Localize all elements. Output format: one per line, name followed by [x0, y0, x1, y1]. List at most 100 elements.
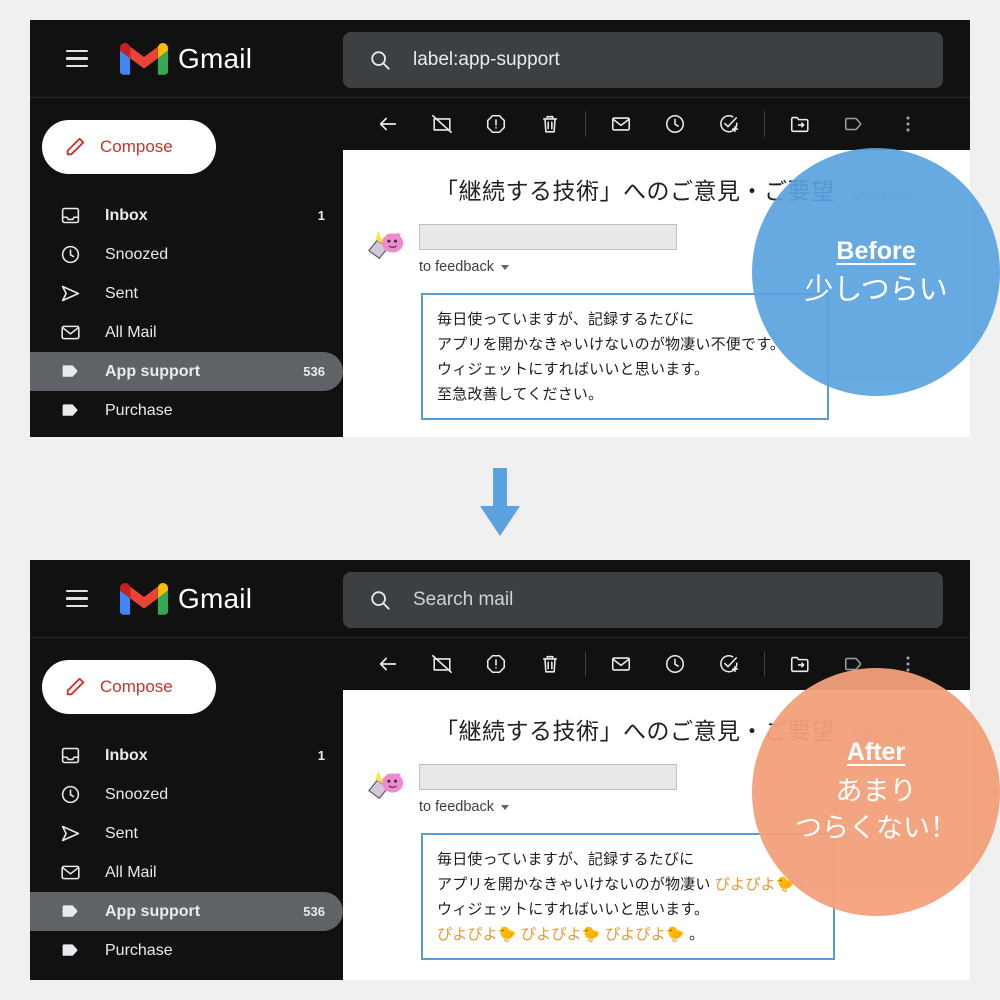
- search-bar[interactable]: Search mail: [343, 572, 943, 628]
- page-root: Gmail label:app-support Compose Inbox 1 …: [0, 0, 1000, 1000]
- report-spam-button[interactable]: [469, 642, 523, 686]
- sidebar-item-count: 1: [317, 208, 325, 223]
- mail-view: 「継続する技術」へのご意見・ご要望 App supp to feedback 毎…: [343, 690, 970, 980]
- mail-toolbar: [343, 98, 970, 150]
- add-to-tasks-button[interactable]: [702, 642, 756, 686]
- message-line: ウィジェットにすればいいと思います。: [437, 357, 827, 382]
- gmail-window-after: Gmail Search mail Compose Inbox 1 Snooze…: [30, 560, 970, 980]
- toolbar-separator-2: [764, 651, 765, 677]
- message-text-highlight: ぴよぴよ🐤: [714, 876, 795, 893]
- sender-redacted-field: [419, 764, 677, 790]
- message-text: 至急改善してください。: [437, 386, 604, 403]
- sidebar-item-inbox[interactable]: Inbox 1: [30, 196, 343, 235]
- hamburger-icon[interactable]: [54, 36, 100, 82]
- back-button[interactable]: [361, 102, 415, 146]
- snooze-button[interactable]: [648, 642, 702, 686]
- app-header: Gmail Search mail: [30, 560, 970, 638]
- delete-button[interactable]: [523, 642, 577, 686]
- report-spam-button[interactable]: [469, 102, 523, 146]
- sidebar-item-inbox[interactable]: Inbox 1: [30, 736, 343, 775]
- sidebar-item-all-mail[interactable]: All Mail: [30, 853, 343, 892]
- sidebar-item-label: App support: [105, 362, 201, 380]
- clock-icon: [60, 244, 82, 266]
- more-vert-icon: [906, 656, 910, 672]
- back-button[interactable]: [361, 642, 415, 686]
- sidebar-item-purchase[interactable]: Purchase: [30, 391, 343, 430]
- gmail-brand: Gmail: [120, 41, 252, 77]
- more-options-button[interactable]: [881, 642, 935, 686]
- trash-icon: [543, 655, 557, 673]
- page-title: 「継続する技術」へのご意見・ご要望: [435, 178, 835, 204]
- mail-icon: [60, 862, 82, 884]
- report-spam-icon: [486, 114, 506, 134]
- chevron-down-icon[interactable]: [500, 264, 509, 270]
- more-options-button[interactable]: [881, 102, 935, 146]
- archive-icon: [432, 654, 452, 674]
- gmail-logo-icon: [120, 582, 168, 615]
- sidebar-item-snoozed[interactable]: Snoozed: [30, 235, 343, 274]
- sender-block: to feedback: [419, 764, 677, 815]
- envelope-icon: [611, 117, 631, 131]
- toolbar-separator-1: [585, 111, 586, 137]
- hamburger-icon[interactable]: [54, 576, 100, 622]
- search-icon: [371, 51, 390, 70]
- sidebar-item-label: Sent: [105, 284, 138, 302]
- message-text: 毎日使っていますが、記録するたびに: [437, 851, 695, 868]
- clock-icon: [60, 784, 82, 806]
- message-line: 毎日使っていますが、記録するたびに: [437, 847, 833, 872]
- message-line: 毎日使っていますが、記録するたびに: [437, 307, 827, 332]
- label-icon: [844, 117, 862, 131]
- sidebar-nav: Inbox 1 Snoozed Sent All Mail App suppor…: [30, 196, 343, 430]
- label-icon: [844, 657, 862, 671]
- gmail-brand: Gmail: [120, 581, 252, 617]
- archive-button[interactable]: [415, 102, 469, 146]
- recipient-label: to feedback: [419, 799, 494, 815]
- search-bar[interactable]: label:app-support: [343, 32, 943, 88]
- labels-button[interactable]: [827, 642, 881, 686]
- add-task-icon: [720, 655, 739, 673]
- snooze-button[interactable]: [648, 102, 702, 146]
- label-icon: [60, 901, 82, 923]
- chevron-down-icon[interactable]: [500, 804, 509, 810]
- message-text: ウィジェットにすればいいと思います。: [437, 361, 710, 378]
- down-arrow-icon: [480, 468, 520, 536]
- mark-unread-button[interactable]: [594, 642, 648, 686]
- sidebar-item-label: Snoozed: [105, 785, 169, 803]
- message-line: アプリを開かなきゃいけないのが物凄い不便です。: [437, 332, 827, 357]
- subject-row: 「継続する技術」へのご意見・ご要望 App supp: [343, 690, 970, 746]
- content-area: 「継続する技術」へのご意見・ご要望 App supp to feedback 毎…: [343, 638, 970, 980]
- add-to-tasks-button[interactable]: [702, 102, 756, 146]
- sidebar-item-label: Sent: [105, 824, 138, 842]
- sidebar-item-all-mail[interactable]: All Mail: [30, 313, 343, 352]
- message-text: 毎日使っていますが、記録するたびに: [437, 311, 695, 328]
- move-to-button[interactable]: [773, 102, 827, 146]
- sidebar-item-app-support[interactable]: App support 536: [30, 352, 343, 391]
- search-input[interactable]: Search mail: [413, 589, 513, 611]
- message-text: ウィジェットにすればいいと思います。: [437, 901, 710, 918]
- gmail-window-before: Gmail label:app-support Compose Inbox 1 …: [30, 20, 970, 437]
- brand-name: Gmail: [178, 582, 253, 614]
- sender-redacted-field: [419, 224, 677, 250]
- sidebar-item-purchase[interactable]: Purchase: [30, 931, 343, 970]
- add-task-icon: [720, 115, 739, 133]
- delete-button[interactable]: [523, 102, 577, 146]
- sidebar-item-sent[interactable]: Sent: [30, 274, 343, 313]
- label-icon: [60, 400, 82, 422]
- message-text: 。: [684, 926, 705, 943]
- compose-button[interactable]: Compose: [42, 660, 216, 714]
- sidebar-item-label: Inbox: [105, 746, 148, 764]
- label-icon: [60, 361, 82, 383]
- sidebar-item-app-support[interactable]: App support 536: [30, 892, 343, 931]
- compose-button[interactable]: Compose: [42, 120, 216, 174]
- search-input[interactable]: label:app-support: [413, 49, 560, 71]
- sender-block: to feedback: [419, 224, 677, 275]
- archive-button[interactable]: [415, 642, 469, 686]
- sidebar-item-snoozed[interactable]: Snoozed: [30, 775, 343, 814]
- recipient-line[interactable]: to feedback: [419, 799, 677, 815]
- recipient-line[interactable]: to feedback: [419, 259, 677, 275]
- labels-button[interactable]: [827, 102, 881, 146]
- move-to-button[interactable]: [773, 642, 827, 686]
- mark-unread-button[interactable]: [594, 102, 648, 146]
- mail-icon: [60, 322, 82, 344]
- sidebar-item-sent[interactable]: Sent: [30, 814, 343, 853]
